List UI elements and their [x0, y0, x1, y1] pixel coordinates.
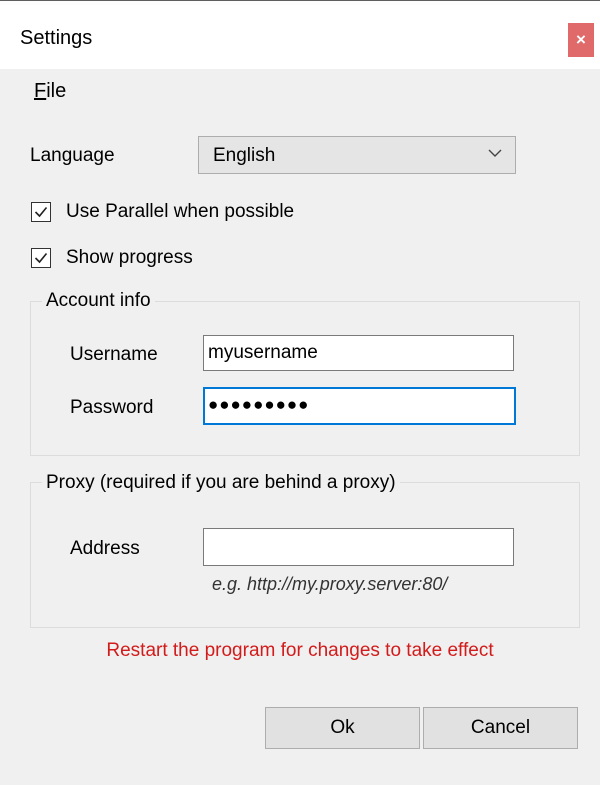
title-bar[interactable]: Settings ×	[0, 5, 600, 69]
chevron-down-icon	[488, 149, 502, 157]
settings-window: Settings × File Language English Use Par…	[0, 0, 600, 785]
account-info-legend: Account info	[42, 290, 155, 312]
close-icon: ×	[576, 30, 586, 49]
proxy-address-input[interactable]	[203, 528, 514, 566]
cancel-button[interactable]: Cancel	[423, 707, 578, 749]
username-label: Username	[70, 344, 158, 365]
menu-bar: File	[0, 69, 600, 119]
show-progress-checkbox[interactable]	[31, 248, 51, 268]
checkmark-icon	[34, 252, 48, 264]
language-label: Language	[30, 145, 115, 166]
password-label: Password	[70, 397, 154, 418]
proxy-address-hint: e.g. http://my.proxy.server:80/	[212, 574, 448, 594]
menu-file-accelerator: F	[34, 80, 47, 102]
language-selected-value: English	[213, 145, 276, 166]
show-progress-checkbox-label[interactable]: Show progress	[66, 247, 193, 269]
checkmark-icon	[34, 206, 48, 218]
password-masked-value: ●●●●●●●●●	[208, 395, 310, 414]
close-button[interactable]: ×	[568, 23, 594, 57]
ok-button[interactable]: Ok	[265, 707, 420, 749]
menu-file-label: ile	[46, 80, 67, 102]
menu-item-file[interactable]: File	[34, 80, 66, 103]
language-select[interactable]: English	[198, 136, 516, 174]
parallel-checkbox[interactable]	[31, 202, 51, 222]
username-input[interactable]: myusername	[203, 335, 514, 371]
address-label: Address	[70, 538, 140, 559]
password-input[interactable]: ●●●●●●●●●	[203, 387, 516, 425]
proxy-legend: Proxy (required if you are behind a prox…	[42, 472, 400, 494]
restart-notice: Restart the program for changes to take …	[106, 640, 494, 661]
window-title: Settings	[20, 27, 93, 49]
parallel-checkbox-label[interactable]: Use Parallel when possible	[66, 201, 294, 223]
account-info-group	[30, 301, 580, 456]
